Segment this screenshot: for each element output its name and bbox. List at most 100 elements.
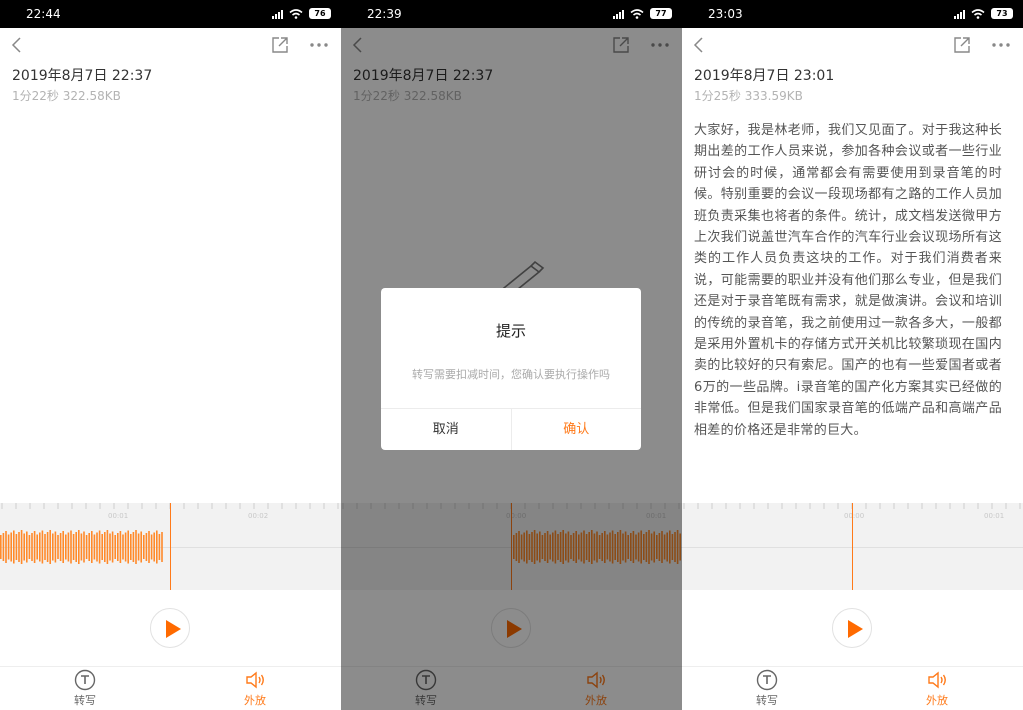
speaker-icon [246, 671, 264, 689]
waveform-bar [5, 531, 7, 563]
waveform-bar [10, 532, 12, 562]
status-time: 23:03 [708, 7, 743, 21]
waveform-bar [75, 532, 77, 562]
waveform-bar [143, 535, 145, 559]
speaker-icon [928, 671, 946, 689]
waveform-bar [59, 533, 62, 561]
waveform-bar [106, 530, 109, 564]
screen-recording-1: 22:44 76 2019年8月7日 22:37 1分22秒 322.58KB … [0, 0, 341, 710]
waveform-bar [15, 534, 18, 560]
share-icon[interactable] [271, 36, 289, 54]
playhead[interactable] [852, 503, 853, 590]
waveform-bar [132, 532, 135, 562]
battery-icon: 76 [309, 8, 331, 19]
tick-label: 00:01 [984, 512, 1005, 520]
more-icon[interactable] [309, 38, 329, 52]
confirm-button[interactable]: 确认 [512, 409, 642, 450]
dialog-message: 转写需要扣减时间，您确认要执行操作吗 [412, 368, 610, 381]
waveform-bar [46, 532, 49, 562]
share-icon[interactable] [953, 36, 971, 54]
waveform-bar [91, 531, 93, 563]
waveform-bar [135, 530, 137, 564]
waveform-bar [33, 531, 36, 563]
waveform-bar [122, 534, 124, 560]
waveform-bar [70, 530, 72, 564]
wifi-icon [630, 8, 644, 19]
transcript-text: 大家好，我是林老师，我们又见面了。对于我这种长期出差的工作人员来说，参加各种会议… [694, 123, 1002, 438]
top-bar [682, 28, 1023, 62]
confirm-dialog: 提示 转写需要扣减时间，您确认要执行操作吗 取消 确认 [381, 288, 641, 450]
waveform-bar [49, 530, 51, 564]
waveform-bar [153, 532, 155, 562]
waveform-bar [119, 531, 122, 563]
screen-recording-2: 22:39 77 2019年8月7日 22:37 1分22秒 322.58KB … [341, 0, 682, 710]
waveform-bar [41, 530, 44, 564]
waveform-bar [101, 534, 103, 560]
back-icon[interactable] [692, 36, 706, 54]
waveform-bar [127, 530, 129, 564]
waveform[interactable]: 00:01 00:02 [0, 503, 341, 590]
signal-icon [613, 9, 624, 19]
recording-meta: 1分25秒 333.59KB [694, 89, 803, 103]
waveform-bar [18, 532, 20, 562]
waveform-bar [72, 534, 75, 560]
waveform-bar [57, 535, 59, 559]
waveform[interactable]: 00:00 00:01 [682, 503, 1023, 590]
battery-icon: 73 [991, 8, 1013, 19]
play-button[interactable] [150, 608, 190, 648]
bottom-bar: 转写 外放 [682, 666, 1023, 710]
signal-icon [954, 9, 965, 19]
waveform-bar [31, 533, 33, 561]
screens: 22:44 76 2019年8月7日 22:37 1分22秒 322.58KB … [0, 0, 1023, 710]
waveform-bar [93, 534, 96, 560]
more-icon[interactable] [991, 38, 1011, 52]
waveform-bar [124, 532, 127, 562]
waveform-bar [148, 531, 150, 563]
dialog-buttons: 取消 确认 [381, 408, 641, 450]
cancel-button[interactable]: 取消 [381, 409, 512, 450]
status-icons: 76 [272, 8, 331, 19]
waveform-bar [161, 532, 163, 562]
status-bar: 23:03 73 [682, 0, 1023, 28]
waveform-bar [28, 535, 31, 559]
waveform-bar [26, 531, 28, 563]
transcribe-label: 转写 [74, 694, 96, 707]
playhead[interactable] [170, 503, 171, 590]
play-button[interactable] [832, 608, 872, 648]
recording-meta: 1分22秒 322.58KB [12, 89, 121, 103]
dialog-title: 提示 [495, 322, 526, 340]
player-controls [682, 590, 1023, 666]
transcribe-button[interactable]: 转写 [737, 669, 797, 708]
waveform-bar [39, 532, 41, 562]
wifi-icon [289, 8, 303, 19]
status-time: 22:44 [26, 7, 61, 21]
status-time: 22:39 [367, 7, 402, 21]
waveform-bar [111, 531, 114, 563]
recording-title: 2019年8月7日 22:37 [12, 68, 153, 84]
waveform-bar [85, 535, 88, 559]
waveform-bar [145, 533, 148, 561]
waveform-bar [80, 533, 83, 561]
waveform-bar [156, 530, 158, 564]
battery-icon: 77 [650, 8, 672, 19]
status-bar: 22:44 76 [0, 0, 341, 28]
back-icon[interactable] [10, 36, 24, 54]
waveform-bar [54, 531, 57, 563]
signal-icon [272, 9, 283, 19]
waveform-bar [117, 533, 119, 561]
speaker-button[interactable]: 外放 [225, 669, 285, 708]
player-controls [0, 590, 341, 666]
waveform-bar [104, 532, 106, 562]
waveform-bar [52, 533, 54, 561]
waveform-bar [114, 535, 116, 559]
waveform-bar [7, 534, 10, 560]
waveform-bar [23, 533, 25, 561]
waveform-bar [98, 530, 101, 564]
waveform-bar [78, 530, 80, 564]
wifi-icon [971, 8, 985, 19]
transcribe-button[interactable]: 转写 [55, 669, 115, 708]
waveform-bar [2, 533, 5, 561]
speaker-button[interactable]: 外放 [907, 669, 967, 708]
waveform-bar [150, 534, 153, 560]
screen-transcript: 23:03 73 2019年8月7日 23:01 1分25秒 333.59KB … [682, 0, 1023, 710]
